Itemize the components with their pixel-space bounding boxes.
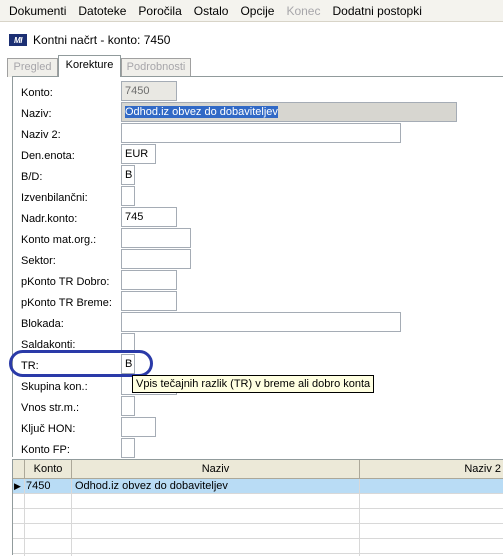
window-title-bar: MI Kontni načrt - konto: 7450 [0, 27, 503, 53]
grid-divider [24, 479, 25, 556]
grid-cell-konto: 7450 [26, 480, 51, 492]
label-pkonto-dobro: pKonto TR Dobro: [21, 276, 110, 288]
label-bd: B/D: [21, 171, 43, 183]
naziv-field-value: Odhod.iz obvez do dobaviteljev [125, 106, 278, 118]
naziv-field[interactable]: Odhod.iz obvez do dobaviteljev [121, 102, 457, 122]
app-logo-icon: MI [9, 34, 27, 46]
grid-header-naziv2[interactable]: Naziv 2 [360, 460, 503, 479]
label-saldakonti: Saldakonti: [21, 339, 76, 351]
grid-header-naziv[interactable]: Naziv [72, 460, 360, 479]
table-row[interactable]: ▶ 7450 Odhod.iz obvez do dobaviteljev [13, 479, 503, 494]
kljuc-hon-field[interactable] [121, 417, 156, 437]
label-nadr-konto: Nadr.konto: [21, 213, 78, 225]
bd-field[interactable]: B [121, 165, 135, 185]
label-skupina-kon: Skupina kon.: [21, 381, 88, 393]
label-konto-fp: Konto FP: [21, 444, 70, 456]
tr-tooltip: Vpis tečajnih razlik (TR) v breme ali do… [132, 375, 375, 393]
grid-cell-naziv: Odhod.iz obvez do dobaviteljev [75, 480, 228, 492]
konto-mat-org-field[interactable] [121, 228, 191, 248]
label-konto-mat-org: Konto mat.org.: [21, 234, 97, 246]
grid-header: Konto Naziv Naziv 2 [13, 460, 503, 479]
tab-podrobnosti[interactable]: Podrobnosti [121, 58, 191, 77]
empty-row [13, 509, 503, 524]
nadr-konto-field[interactable]: 745 [121, 207, 177, 227]
pkonto-breme-field[interactable] [121, 291, 177, 311]
empty-row [13, 524, 503, 539]
grid-divider [359, 479, 360, 556]
label-konto: Konto: [21, 87, 53, 99]
menu-bar: Dokumenti Datoteke Poročila Ostalo Opcij… [0, 0, 503, 22]
tab-korekture[interactable]: Korekture [58, 55, 121, 77]
pkonto-dobro-field[interactable] [121, 270, 177, 290]
label-sektor: Sektor: [21, 255, 56, 267]
menu-porocila[interactable]: Poročila [132, 0, 187, 22]
label-kljuc-hon: Ključ HON: [21, 423, 76, 435]
label-den-enota: Den.enota: [21, 150, 75, 162]
label-izvenbilancni: Izvenbilančni: [21, 192, 88, 204]
izvenbilancni-field[interactable] [121, 186, 135, 206]
menu-datoteke[interactable]: Datoteke [72, 0, 132, 22]
label-blokada: Blokada: [21, 318, 64, 330]
label-naziv: Naziv: [21, 108, 52, 120]
label-naziv2: Naziv 2: [21, 129, 61, 141]
naziv2-field[interactable] [121, 123, 401, 143]
menu-dokumenti[interactable]: Dokumenti [3, 0, 72, 22]
grid-divider [71, 479, 72, 556]
saldakonti-field[interactable] [121, 333, 135, 353]
grid-header-konto[interactable]: Konto [25, 460, 72, 479]
konto-grid: Konto Naziv Naziv 2 ▶ 7450 Odhod.iz obve… [12, 459, 503, 556]
menu-ostalo[interactable]: Ostalo [188, 0, 235, 22]
tab-pregled[interactable]: Pregled [7, 58, 58, 77]
sektor-field[interactable] [121, 249, 191, 269]
grid-header-indicator [13, 460, 25, 479]
menu-opcije[interactable]: Opcije [234, 0, 280, 22]
label-vnos-str-m: Vnos str.m.: [21, 402, 80, 414]
konto-field: 7450 [121, 81, 177, 101]
vnos-str-m-field[interactable] [121, 396, 135, 416]
empty-row [13, 539, 503, 554]
empty-row [13, 494, 503, 509]
window-title: Kontni načrt - konto: 7450 [33, 33, 171, 47]
menu-konec: Konec [286, 3, 321, 18]
blokada-field[interactable] [121, 312, 401, 332]
row-pointer-icon: ▶ [14, 481, 21, 491]
tr-field[interactable]: B [121, 354, 135, 374]
den-enota-field[interactable]: EUR [121, 144, 156, 164]
konto-fp-field[interactable] [121, 438, 135, 458]
label-pkonto-breme: pKonto TR Breme: [21, 297, 112, 309]
label-tr: TR: [21, 360, 39, 372]
menu-dodatni-postopki[interactable]: Dodatni postopki [326, 0, 427, 22]
